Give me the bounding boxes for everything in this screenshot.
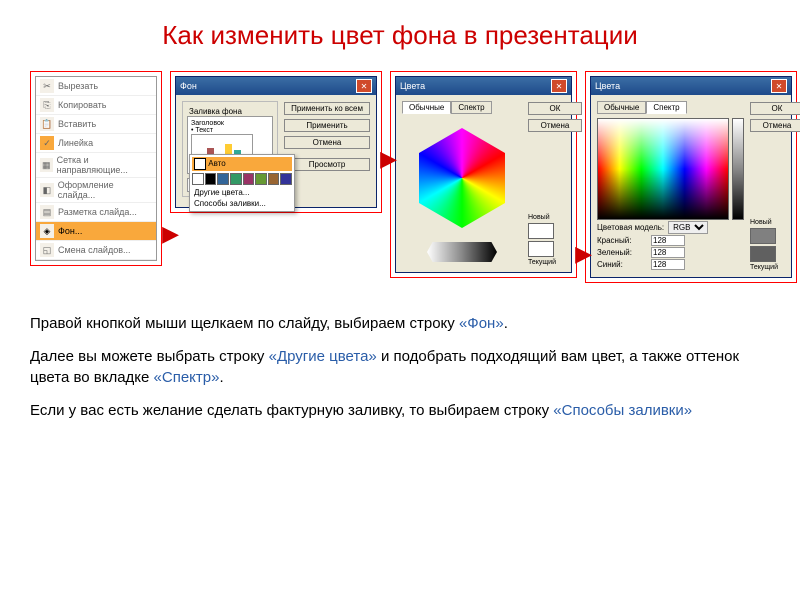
panel-context-menu: ✂Вырезать ⎘Копировать 📋Вставить ✓Линейка… [30, 71, 162, 266]
luminance-slider[interactable] [732, 118, 744, 220]
ok-button[interactable]: ОК [528, 102, 582, 115]
ctx-background[interactable]: ◈Фон... [36, 222, 156, 241]
auto-option[interactable]: Авто [192, 157, 292, 171]
screenshot-row: ✂Вырезать ⎘Копировать 📋Вставить ✓Линейка… [30, 71, 770, 283]
preview-button[interactable]: Просмотр [284, 158, 370, 171]
current-color-swatch [750, 246, 776, 262]
arrow-icon: ▶ [380, 146, 397, 172]
copy-icon: ⎘ [40, 98, 54, 112]
colors-spec-dialog: Цвета ✕ Обычные Спектр Цветовая моде [590, 76, 792, 278]
more-colors-option[interactable]: Другие цвета... [192, 187, 292, 198]
color-dropdown-popup: Авто Другие цвета... Способы заливки... [189, 154, 295, 212]
arrow-icon: ▶ [162, 221, 179, 247]
current-color-swatch [528, 241, 554, 257]
panel-colors-standard: Цвета ✕ Обычные Спектр ОК Отмена [390, 71, 577, 278]
page-title: Как изменить цвет фона в презентации [30, 20, 770, 51]
scissors-icon: ✂ [40, 79, 54, 93]
close-icon[interactable]: ✕ [356, 79, 372, 93]
cancel-button[interactable]: Отмена [750, 119, 800, 132]
close-icon[interactable]: ✕ [771, 79, 787, 93]
panel-bg-dialog: Фон ✕ Заливка фона Заголовок • Текст [170, 71, 382, 213]
ctx-transition[interactable]: ◱Смена слайдов... [36, 241, 156, 260]
layout-icon: ▤ [40, 205, 54, 219]
cancel-button[interactable]: Отмена [284, 136, 370, 149]
ctx-cut[interactable]: ✂Вырезать [36, 77, 156, 96]
tab-spectrum[interactable]: Спектр [451, 101, 491, 114]
blue-input[interactable] [651, 259, 685, 270]
color-swatches[interactable] [192, 173, 292, 185]
apply-button[interactable]: Применить [284, 119, 370, 132]
spectrum-picker[interactable] [597, 118, 729, 220]
new-color-swatch [528, 223, 554, 239]
bg-dialog-titlebar: Фон ✕ [176, 77, 376, 95]
ok-button[interactable]: ОК [750, 102, 800, 115]
bg-dialog-title: Фон [180, 81, 197, 91]
description-p1: Правой кнопкой мыши щелкаем по слайду, в… [30, 313, 770, 334]
panel-colors-spectrum: Цвета ✕ Обычные Спектр Цветовая моде [585, 71, 797, 283]
description-p3: Если у вас есть желание сделать фактурну… [30, 400, 770, 421]
arrow-icon: ▶ [575, 241, 592, 267]
paste-icon: 📋 [40, 117, 54, 131]
green-input[interactable] [651, 247, 685, 258]
close-icon[interactable]: ✕ [551, 79, 567, 93]
ctx-ruler[interactable]: ✓Линейка [36, 134, 156, 153]
ctx-grid[interactable]: ▦Сетка и направляющие... [36, 153, 156, 178]
tab-spectrum[interactable]: Спектр [646, 101, 686, 114]
colors-std-titlebar: Цвета ✕ [396, 77, 571, 95]
new-color-swatch [750, 228, 776, 244]
fill-methods-option[interactable]: Способы заливки... [192, 198, 292, 209]
check-icon: ✓ [40, 136, 54, 150]
ctx-paste[interactable]: 📋Вставить [36, 115, 156, 134]
hex-color-picker[interactable] [402, 118, 522, 238]
red-input[interactable] [651, 235, 685, 246]
ctx-design[interactable]: ◧Оформление слайда... [36, 178, 156, 203]
tab-standard[interactable]: Обычные [402, 101, 451, 114]
transition-icon: ◱ [40, 243, 54, 257]
grid-icon: ▦ [40, 158, 53, 172]
colors-std-dialog: Цвета ✕ Обычные Спектр ОК Отмена [395, 76, 572, 273]
description-p2: Далее вы можете выбрать строку «Другие ц… [30, 346, 770, 388]
background-icon: ◈ [40, 224, 54, 238]
ctx-layout[interactable]: ▤Разметка слайда... [36, 203, 156, 222]
color-model-select[interactable]: RGB [668, 221, 708, 234]
tab-standard[interactable]: Обычные [597, 101, 646, 114]
context-menu: ✂Вырезать ⎘Копировать 📋Вставить ✓Линейка… [35, 76, 157, 261]
grayscale-hex[interactable] [427, 242, 497, 262]
ctx-copy[interactable]: ⎘Копировать [36, 96, 156, 115]
design-icon: ◧ [40, 183, 54, 197]
apply-all-button[interactable]: Применить ко всем [284, 102, 370, 115]
cancel-button[interactable]: Отмена [528, 119, 582, 132]
colors-spec-titlebar: Цвета ✕ [591, 77, 791, 95]
